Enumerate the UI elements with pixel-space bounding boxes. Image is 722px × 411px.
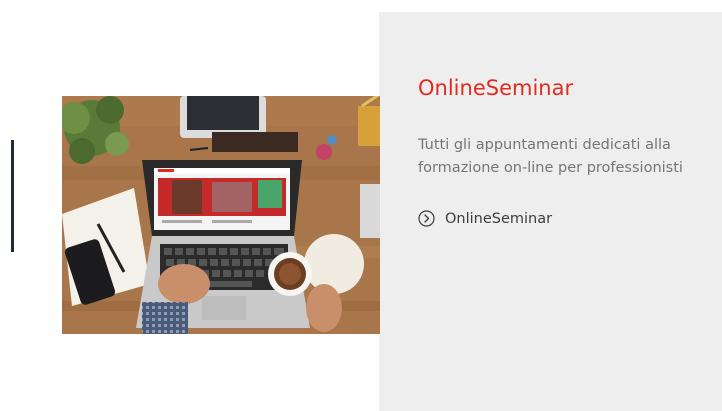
link-label: OnlineSeminar [445, 210, 553, 227]
card-description: Tutti gli appuntamenti dedicati alla for… [418, 137, 683, 176]
onlineseminar-card: OnlineSeminar Tutti gli appuntamenti ded… [0, 0, 722, 411]
onlineseminar-link[interactable]: OnlineSeminar [418, 210, 552, 227]
card-title: OnlineSeminar [418, 76, 574, 100]
seminar-photo [62, 96, 380, 334]
slider-indicator-bar [11, 140, 14, 252]
chevron-circle-right-icon [418, 210, 435, 227]
